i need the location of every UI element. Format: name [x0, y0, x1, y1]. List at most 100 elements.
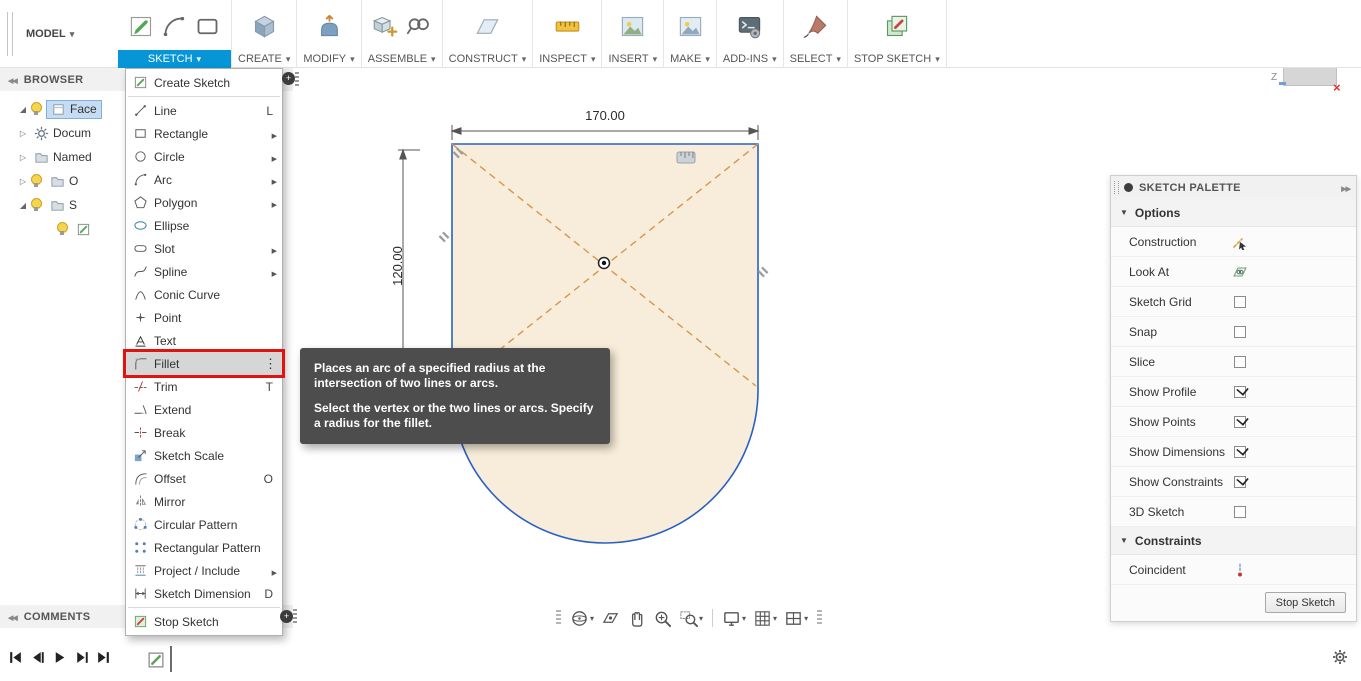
step-forward-button[interactable]: [74, 650, 89, 665]
browser-item-chip[interactable]: Named: [30, 149, 96, 166]
menu-item-sketch-scale[interactable]: Sketch Scale: [126, 444, 282, 467]
menu-item-polygon[interactable]: Polygon: [126, 191, 282, 214]
stop-sketch-button[interactable]: Stop Sketch: [1264, 592, 1346, 613]
tb-create-sketch-icon[interactable]: [128, 13, 155, 40]
menu-item-project-include[interactable]: Project / Include: [126, 559, 282, 582]
zoom-window-button[interactable]: ▾: [677, 607, 705, 630]
menu-item-sketch-dimension[interactable]: Sketch Dimension D: [126, 582, 282, 605]
menu-item-text[interactable]: Text: [126, 329, 282, 352]
tree-expander-icon[interactable]: ▷: [16, 153, 30, 162]
play-button[interactable]: [52, 650, 67, 665]
tab-modify[interactable]: MODIFY: [297, 50, 360, 68]
height-dimension-value[interactable]: 120.00: [390, 236, 406, 296]
menu-item-ellipse[interactable]: Ellipse: [126, 214, 282, 237]
center-sketch-point[interactable]: [597, 256, 611, 270]
collapse-left-icon[interactable]: [0, 74, 24, 86]
menu-item-extend[interactable]: Extend: [126, 398, 282, 421]
tb-select-icon[interactable]: [802, 13, 829, 40]
parallel-constraint-icon[interactable]: [438, 231, 450, 243]
visibility-bulb-icon[interactable]: [30, 102, 42, 116]
menu-item-create-sketch[interactable]: Create Sketch: [126, 71, 282, 94]
menu-item-rectangular-pattern[interactable]: Rectangular Pattern: [126, 536, 282, 559]
sketch-grid-checkbox[interactable]: [1234, 295, 1246, 308]
tb-image-icon[interactable]: [619, 13, 646, 40]
menu-item-rectangle[interactable]: Rectangle: [126, 122, 282, 145]
chevron-down-icon[interactable]: ▾: [699, 614, 703, 623]
tb-stopsketch-icon[interactable]: [883, 13, 910, 40]
chevron-down-icon[interactable]: ▾: [590, 614, 594, 623]
more-options-icon[interactable]: [264, 356, 277, 372]
3d-sketch-checkbox[interactable]: [1234, 505, 1246, 518]
tab-select[interactable]: SELECT: [784, 50, 847, 68]
viewports-button[interactable]: ▾: [782, 607, 810, 630]
tab-add-ins[interactable]: ADD-INS: [717, 50, 783, 68]
tb-measure-icon[interactable]: [554, 13, 581, 40]
menu-item-line[interactable]: Line L: [126, 99, 282, 122]
tab-inspect[interactable]: INSPECT: [533, 50, 601, 68]
sketch-profile[interactable]: [451, 143, 759, 544]
palette-header[interactable]: SKETCH PALETTE: [1111, 176, 1356, 199]
tab-insert[interactable]: INSERT: [602, 50, 663, 68]
grid-settings-button[interactable]: ▾: [751, 607, 779, 630]
show-dimensions-checkbox[interactable]: [1234, 445, 1246, 458]
menu-item-circle[interactable]: Circle: [126, 145, 282, 168]
parallel-constraint-icon[interactable]: [452, 147, 464, 159]
browser-item-chip[interactable]: [72, 221, 99, 238]
panel-pin-button[interactable]: [282, 72, 295, 85]
chevron-down-icon[interactable]: ▾: [773, 614, 777, 623]
show-points-checkbox[interactable]: [1234, 415, 1246, 428]
browser-item-chip[interactable]: Face: [46, 99, 102, 119]
show-constraints-checkbox[interactable]: [1234, 475, 1246, 488]
tb-extrude-icon[interactable]: [251, 13, 278, 40]
palette-section-options[interactable]: Options: [1111, 199, 1356, 227]
zoom-button[interactable]: [651, 607, 674, 630]
menu-item-spline[interactable]: Spline: [126, 260, 282, 283]
pan-button[interactable]: [625, 607, 648, 630]
tb-addins-icon[interactable]: [736, 13, 763, 40]
menu-item-fillet[interactable]: Fillet: [126, 352, 282, 375]
tab-make[interactable]: MAKE: [664, 50, 716, 68]
display-settings-button[interactable]: ▾: [720, 607, 748, 630]
chevron-down-icon[interactable]: ▾: [804, 614, 808, 623]
menu-item-mirror[interactable]: Mirror: [126, 490, 282, 513]
navbar-grip[interactable]: [556, 610, 561, 626]
tb-rect-icon[interactable]: [194, 13, 221, 40]
tb-arc-icon[interactable]: [161, 13, 188, 40]
collapse-left-icon[interactable]: [0, 611, 24, 623]
tb-component-icon[interactable]: [372, 13, 399, 40]
palette-section-constraints[interactable]: Constraints: [1111, 527, 1356, 555]
tree-expander-icon[interactable]: ◢: [16, 105, 30, 114]
skip-start-button[interactable]: [8, 650, 23, 665]
tree-expander-icon[interactable]: ▷: [16, 129, 30, 138]
orbit-button[interactable]: ▾: [568, 607, 596, 630]
panel-pin-button[interactable]: [280, 610, 293, 623]
menu-item-offset[interactable]: Offset O: [126, 467, 282, 490]
width-dimension-value[interactable]: 170.00: [575, 108, 635, 123]
visibility-bulb-icon[interactable]: [30, 174, 42, 188]
look-at-button[interactable]: [599, 607, 622, 630]
menu-item-point[interactable]: Point: [126, 306, 282, 329]
look-at-plane-icon[interactable]: [1232, 264, 1248, 280]
panel-grip[interactable]: [293, 609, 297, 625]
coincident-icon[interactable]: [1232, 562, 1248, 578]
panel-grip[interactable]: [295, 72, 299, 88]
palette-grip[interactable]: [1114, 181, 1119, 194]
tab-stop-sketch[interactable]: STOP SKETCH: [848, 50, 946, 68]
skip-end-button[interactable]: [96, 650, 111, 665]
collapse-right-icon[interactable]: [1341, 182, 1350, 194]
tb-plane-icon[interactable]: [474, 13, 501, 40]
tab-assemble[interactable]: ASSEMBLE: [362, 50, 442, 68]
menu-item-break[interactable]: Break: [126, 421, 282, 444]
visibility-bulb-icon[interactable]: [30, 198, 42, 212]
toolbar-grip[interactable]: [7, 12, 13, 56]
step-back-button[interactable]: [30, 650, 45, 665]
parallel-constraint-icon[interactable]: [757, 266, 769, 278]
construction-cursor-icon[interactable]: [1232, 234, 1248, 250]
menu-item-slot[interactable]: Slot: [126, 237, 282, 260]
browser-item-chip[interactable]: S: [46, 197, 81, 214]
snap-checkbox[interactable]: [1234, 325, 1246, 338]
browser-item-chip[interactable]: Docum: [30, 125, 95, 142]
tab-construct[interactable]: CONSTRUCT: [443, 50, 533, 68]
navbar-grip[interactable]: [817, 610, 823, 626]
tab-sketch[interactable]: SKETCH: [118, 50, 231, 68]
